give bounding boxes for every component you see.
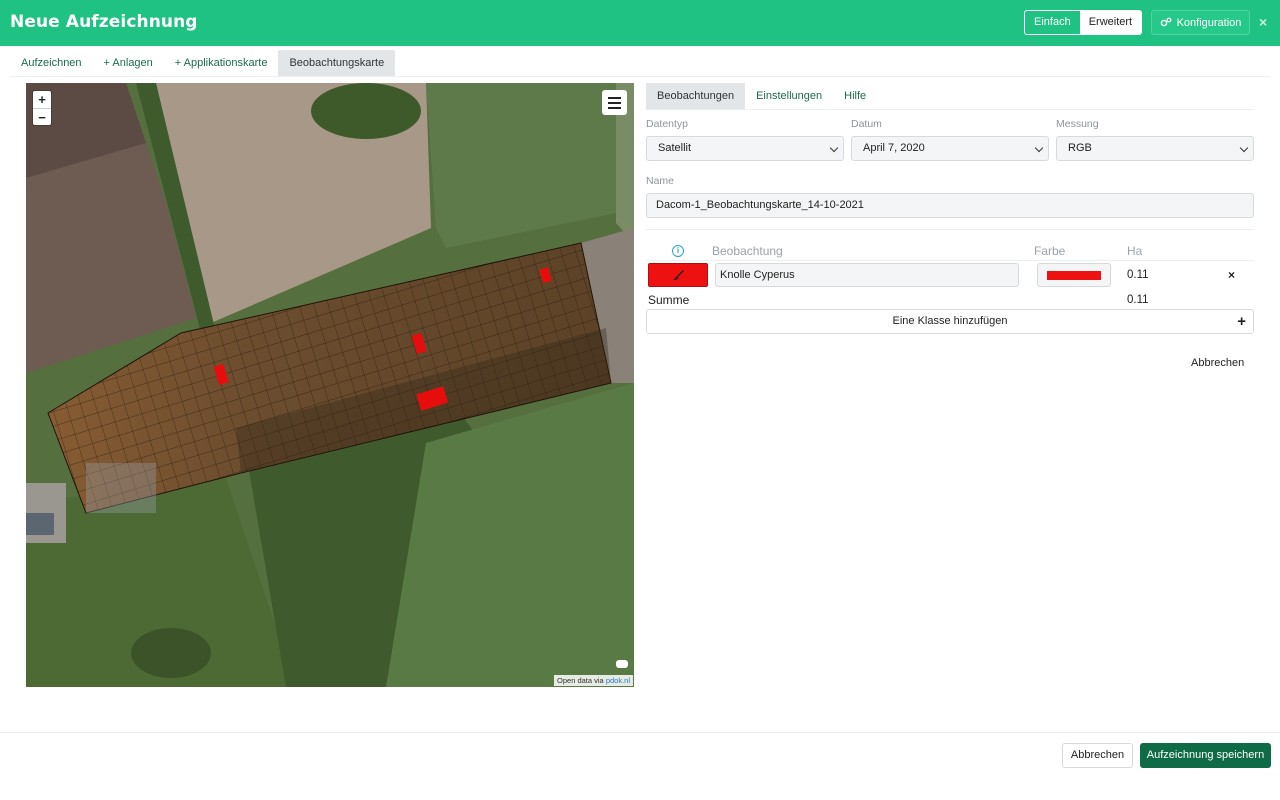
mode-toggle: Einfach Erweitert <box>1024 10 1143 35</box>
mode-simple-button[interactable]: Einfach <box>1025 11 1080 34</box>
attribution-link[interactable]: pdok.nl <box>606 676 630 685</box>
table-header-divider <box>646 260 1254 261</box>
configuration-label: Konfiguration <box>1176 16 1242 29</box>
column-farbe: Farbe <box>1034 244 1066 258</box>
column-ha: Ha <box>1127 244 1143 258</box>
column-beobachtung: Beobachtung <box>712 244 783 258</box>
tab-anlagen[interactable]: + Anlagen <box>93 50 164 76</box>
map-attribution: Open data via pdok.nl <box>554 675 633 686</box>
chevron-down-icon <box>829 143 839 153</box>
tab-beobachtungen[interactable]: Beobachtungen <box>646 83 746 109</box>
tab-applikationskarte[interactable]: + Applikationskarte <box>164 50 279 76</box>
messung-label: Messung <box>1056 118 1099 130</box>
observation-map[interactable]: + − Open data via pdok.nl <box>26 83 634 687</box>
save-recording-button[interactable]: Aufzeichnung speichern <box>1140 743 1271 768</box>
footer-divider <box>0 732 1280 733</box>
datum-value: April 7, 2020 <box>863 142 925 154</box>
plus-icon: + <box>1237 313 1246 330</box>
messung-select[interactable]: RGB <box>1056 136 1254 161</box>
chevron-down-icon <box>1239 143 1249 153</box>
panel-tabs: Beobachtungen Einstellungen Hilfe <box>646 83 877 109</box>
datum-label: Datum <box>851 118 882 130</box>
tab-einstellungen[interactable]: Einstellungen <box>745 83 833 109</box>
mode-advanced-button[interactable]: Erweitert <box>1079 11 1142 34</box>
tab-beobachtungskarte[interactable]: Beobachtungskarte <box>278 50 396 76</box>
datentyp-select[interactable]: Satellit <box>646 136 844 161</box>
observation-name-input[interactable]: Knolle Cyperus <box>715 263 1019 287</box>
page-title: Neue Aufzeichnung <box>10 12 198 32</box>
configuration-button[interactable]: Konfiguration <box>1151 10 1250 35</box>
section-divider <box>646 229 1254 230</box>
draw-observation-button[interactable] <box>648 263 708 287</box>
tab-hilfe[interactable]: Hilfe <box>833 83 877 109</box>
satellite-map-image[interactable] <box>26 83 634 687</box>
chevron-down-icon <box>1034 143 1044 153</box>
zoom-controls: + − <box>33 91 51 125</box>
panel-cancel-link[interactable]: Abbrechen <box>1191 357 1244 369</box>
summe-label: Summe <box>648 293 690 307</box>
datum-select[interactable]: April 7, 2020 <box>851 136 1049 161</box>
tabs-divider <box>10 76 1270 77</box>
add-class-button[interactable]: Eine Klasse hinzufügen + <box>646 309 1254 334</box>
info-icon[interactable]: i <box>672 245 684 257</box>
gears-icon <box>1160 17 1171 27</box>
datentyp-value: Satellit <box>658 142 692 154</box>
brush-icon <box>673 270 684 281</box>
close-icon[interactable]: × <box>1259 14 1267 30</box>
messung-value: RGB <box>1068 142 1092 154</box>
attribution-text: Open data via <box>557 676 604 685</box>
cancel-button[interactable]: Abbrechen <box>1062 743 1133 768</box>
map-comment-icon[interactable] <box>616 660 628 668</box>
name-label: Name <box>646 175 675 187</box>
tab-aufzeichnen[interactable]: Aufzeichnen <box>10 50 93 76</box>
color-picker[interactable] <box>1037 263 1111 287</box>
app-header: Neue Aufzeichnung Einfach Erweitert Konf… <box>0 0 1280 46</box>
summe-value: 0.11 <box>1127 294 1149 306</box>
datentyp-label: Datentyp <box>646 118 689 130</box>
delete-row-icon[interactable]: × <box>1228 268 1235 282</box>
panel-tabs-divider <box>646 109 1254 110</box>
name-input[interactable]: Dacom-1_Beobachtungskarte_14-10-2021 <box>646 193 1254 218</box>
zoom-out-button[interactable]: − <box>33 108 51 125</box>
color-preview <box>1047 271 1101 280</box>
add-class-label: Eine Klasse hinzufügen <box>892 315 1008 327</box>
observation-ha-value: 0.11 <box>1127 269 1149 281</box>
record-tabs: Aufzeichnen + Anlagen + Applikationskart… <box>10 50 396 76</box>
layers-menu-icon[interactable] <box>602 90 627 115</box>
zoom-in-button[interactable]: + <box>33 91 51 108</box>
